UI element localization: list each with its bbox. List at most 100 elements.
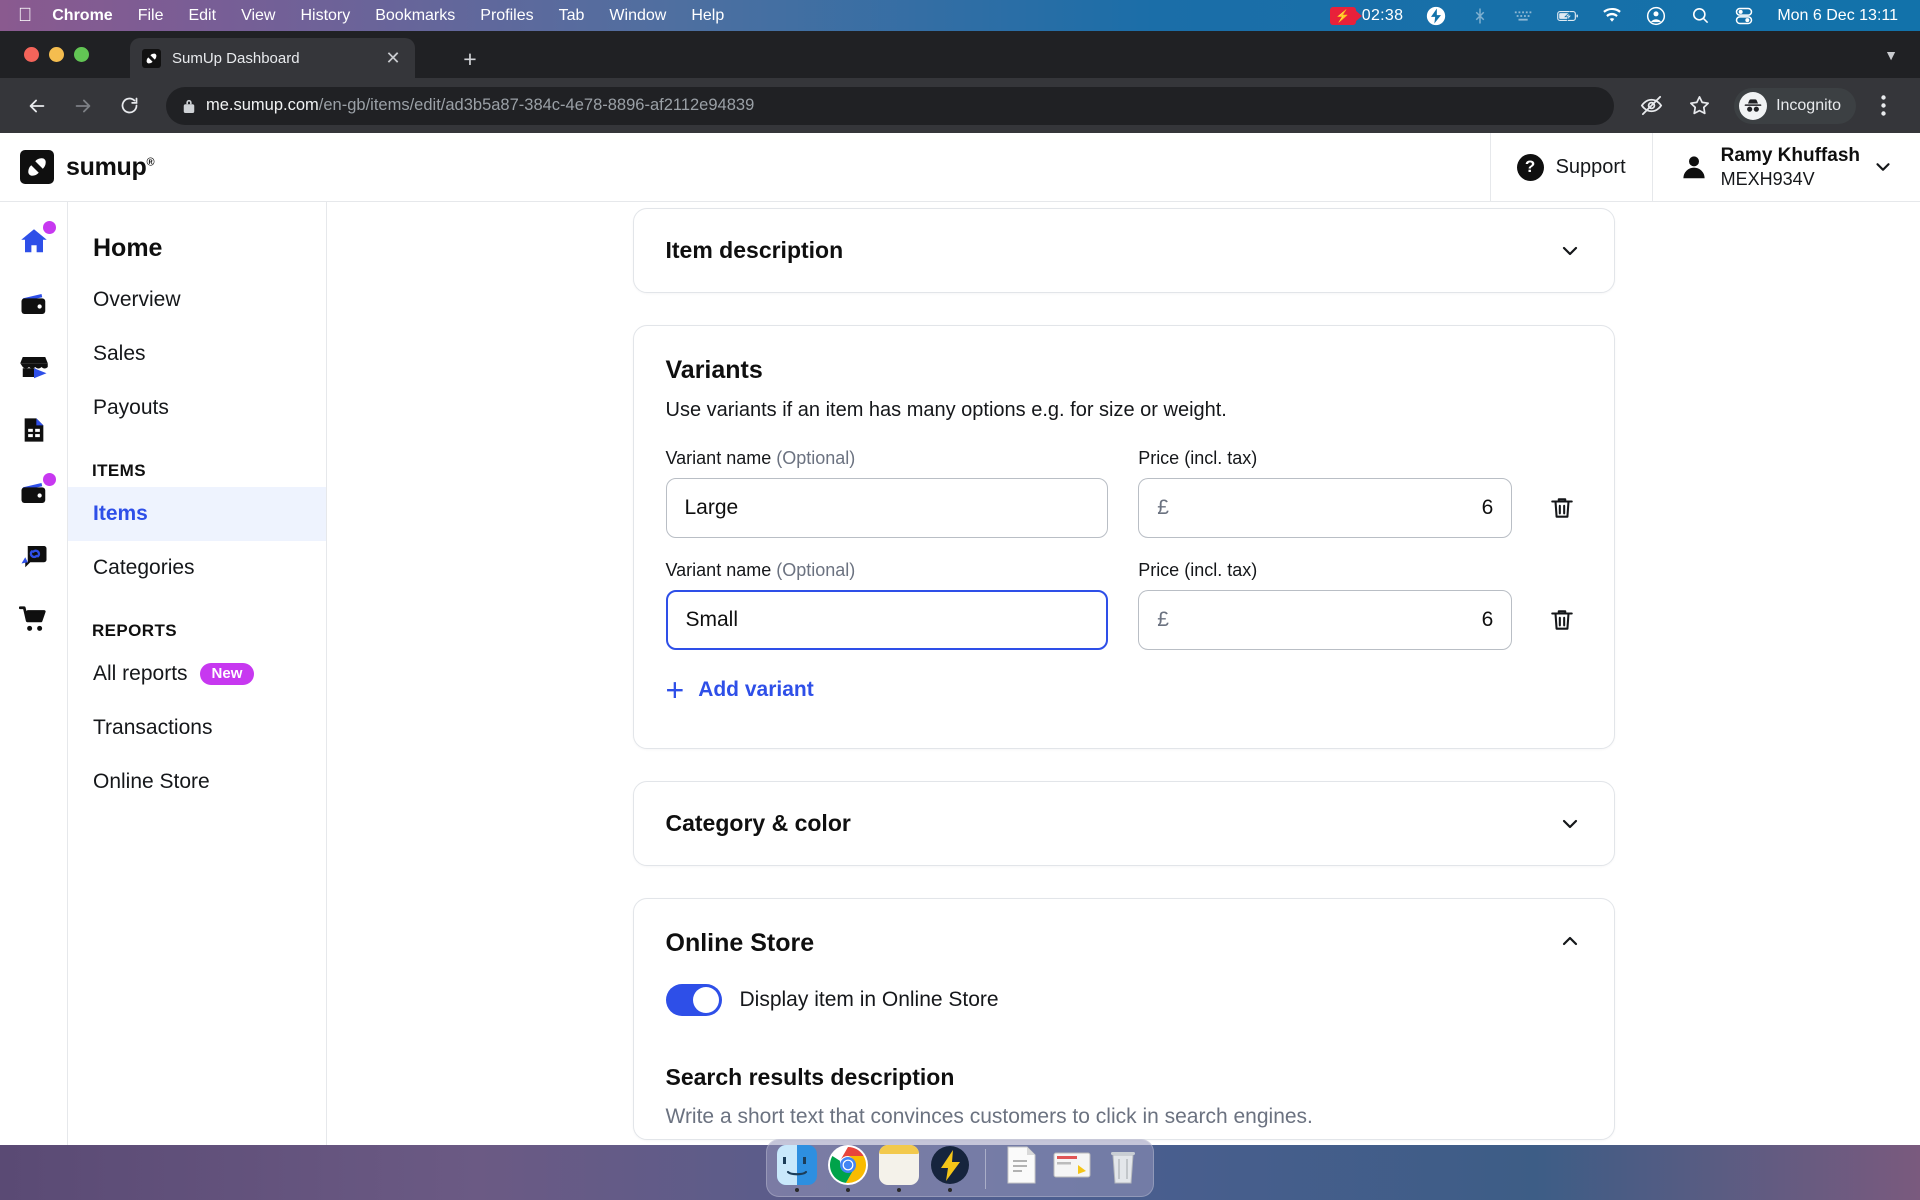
new-tab-button[interactable]: + <box>455 44 485 74</box>
chrome-window: SumUp Dashboard ✕ + ▼ me.sumup.com/en-gb… <box>0 31 1920 1200</box>
add-variant-button[interactable]: + Add variant <box>666 674 1582 706</box>
url-path: /en-gb/items/edit/ad3b5a87-384c-4e78-889… <box>318 96 755 114</box>
menu-item-window[interactable]: Window <box>609 7 666 25</box>
invoice-icon[interactable] <box>17 413 51 447</box>
lightning-app-icon <box>931 1146 969 1184</box>
support-button[interactable]: ? Support <box>1489 133 1652 202</box>
trash-icon[interactable] <box>1542 478 1581 538</box>
sidebar-item-sales[interactable]: Sales <box>68 327 326 381</box>
variant-name-input[interactable]: Small <box>665 590 1109 650</box>
account-menu[interactable]: Ramy Khuffash MEXH934V <box>1651 133 1920 202</box>
screenshot-file-icon <box>1053 1152 1091 1178</box>
edit-item-form: Item description Variants Use variants i… <box>632 202 1615 1140</box>
bluetooth-off-icon[interactable] <box>1469 5 1491 27</box>
dock-item-screenshot-file[interactable] <box>1051 1145 1093 1192</box>
tab-title: SumUp Dashboard <box>172 49 300 67</box>
close-window-button[interactable] <box>24 47 39 62</box>
minimize-window-button[interactable] <box>49 47 64 62</box>
menu-item-chrome[interactable]: Chrome <box>52 7 112 25</box>
menu-bar-clock[interactable]: Mon 6 Dec 13:11 <box>1777 7 1898 25</box>
reload-icon[interactable] <box>108 85 150 127</box>
keyboard-brightness-icon[interactable] <box>1513 5 1535 27</box>
dock-item-chrome[interactable] <box>827 1145 869 1192</box>
running-dot <box>795 1188 799 1192</box>
menu-item-help[interactable]: Help <box>691 7 724 25</box>
chevron-down-icon[interactable] <box>1558 812 1582 836</box>
spotlight-search-icon[interactable] <box>1689 5 1711 27</box>
payment-link-icon[interactable] <box>17 539 51 573</box>
back-arrow-icon[interactable] <box>16 85 58 127</box>
menu-item-file[interactable]: File <box>138 7 164 25</box>
sidebar-item-categories[interactable]: Categories <box>68 541 326 595</box>
menu-item-edit[interactable]: Edit <box>188 7 216 25</box>
three-dot-menu-icon[interactable] <box>1862 85 1904 127</box>
online-store-header[interactable]: Online Store <box>666 929 1582 958</box>
tab-search-chevron-down-icon[interactable]: ▼ <box>1884 47 1898 63</box>
dock-item-finder[interactable] <box>776 1145 818 1192</box>
toggle-knob <box>692 987 719 1013</box>
sidebar-item-items[interactable]: Items <box>68 487 326 541</box>
menu-item-history[interactable]: History <box>300 7 350 25</box>
menu-item-view[interactable]: View <box>241 7 275 25</box>
sidebar-item-online-store[interactable]: Online Store <box>68 755 326 809</box>
variant-row: Variant name (Optional) Small Price (inc… <box>665 560 1582 650</box>
trash-icon[interactable] <box>1542 590 1581 650</box>
user-account-icon[interactable] <box>1645 5 1667 27</box>
screen-recording-indicator[interactable]: ⚡ 02:38 <box>1329 6 1404 25</box>
shopping-cart-icon[interactable] <box>17 602 51 636</box>
main-content: Item description Variants Use variants i… <box>327 202 1920 1180</box>
variants-panel: Variants Use variants if an item has man… <box>632 325 1615 749</box>
star-icon[interactable] <box>1678 85 1720 127</box>
menu-item-profiles[interactable]: Profiles <box>480 7 533 25</box>
menu-item-tab[interactable]: Tab <box>559 7 585 25</box>
running-dot <box>897 1188 901 1192</box>
finder-icon <box>777 1145 817 1185</box>
user-avatar-icon <box>1679 152 1709 182</box>
variant-row: Variant name (Optional) Large Price (inc… <box>665 448 1582 538</box>
item-description-title: Item description <box>665 237 844 263</box>
recording-timer: 02:38 <box>1361 6 1404 24</box>
sidebar-item-payouts[interactable]: Payouts <box>68 381 326 435</box>
chevron-up-icon[interactable] <box>1558 929 1582 953</box>
address-bar[interactable]: me.sumup.com/en-gb/items/edit/ad3b5a87-3… <box>166 86 1615 125</box>
sidebar-item-transactions[interactable]: Transactions <box>68 701 326 755</box>
dock-item-document[interactable] <box>1000 1145 1042 1192</box>
browser-tab[interactable]: SumUp Dashboard ✕ <box>130 38 415 78</box>
sidebar-item-all-reports[interactable]: All reports New <box>68 647 326 701</box>
macos-menu-bar:  Chrome File Edit View History Bookmark… <box>0 0 1920 31</box>
wifi-icon[interactable] <box>1601 5 1623 27</box>
home-icon[interactable] <box>17 221 56 258</box>
category-color-panel[interactable]: Category & color <box>632 781 1615 866</box>
wallet-icon[interactable] <box>17 287 51 321</box>
account-id: MEXH934V <box>1720 168 1815 189</box>
sidebar-item-overview[interactable]: Overview <box>68 273 326 327</box>
window-controls <box>24 47 89 62</box>
dock-item-trash[interactable] <box>1102 1145 1144 1192</box>
forward-arrow-icon[interactable] <box>62 85 104 127</box>
chevron-down-icon[interactable] <box>1558 239 1582 263</box>
display-item-toggle[interactable] <box>665 984 722 1016</box>
primary-icon-rail <box>0 202 68 1180</box>
search-results-description-title: Search results description <box>665 1064 955 1090</box>
incognito-profile-button[interactable]: Incognito <box>1734 87 1856 124</box>
dock-item-lightning-app[interactable] <box>929 1145 971 1192</box>
variant-price-input[interactable]: £ 6 <box>1138 478 1513 538</box>
menu-item-bookmarks[interactable]: Bookmarks <box>375 7 455 25</box>
control-center-icon[interactable] <box>1733 5 1755 27</box>
sumup-logo-icon <box>20 150 54 184</box>
dock-item-stickies[interactable] <box>878 1145 920 1192</box>
variant-name-input[interactable]: Large <box>665 478 1109 538</box>
close-icon[interactable]: ✕ <box>383 49 403 67</box>
sumup-logo[interactable]: sumup® <box>20 150 155 184</box>
incognito-icon <box>1739 91 1768 120</box>
apple-logo-icon[interactable]:  <box>18 6 32 25</box>
battery-charging-icon[interactable] <box>1557 5 1579 27</box>
store-icon[interactable] <box>17 350 51 384</box>
wallet-card-icon[interactable] <box>17 473 56 510</box>
maximize-window-button[interactable] <box>74 47 89 62</box>
eye-off-icon[interactable] <box>1630 85 1672 127</box>
macos-dock <box>766 1139 1154 1197</box>
bolt-icon[interactable] <box>1425 5 1447 27</box>
item-description-panel[interactable]: Item description <box>632 208 1615 293</box>
variant-price-input[interactable]: £ 6 <box>1138 590 1513 650</box>
